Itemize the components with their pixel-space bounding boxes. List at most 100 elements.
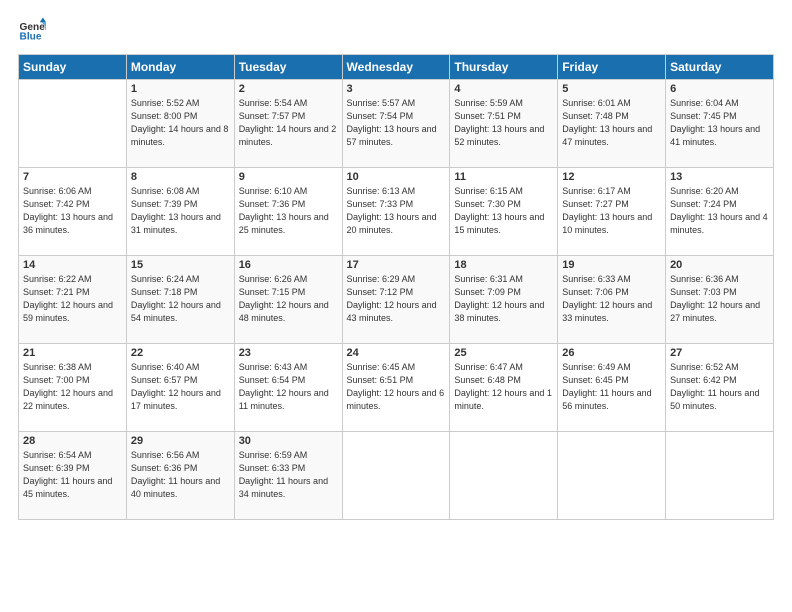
calendar-cell: 21 Sunrise: 6:38 AMSunset: 7:00 PMDayligh… <box>19 344 127 432</box>
day-info: Sunrise: 6:20 AMSunset: 7:24 PMDaylight:… <box>670 185 769 237</box>
day-number: 19 <box>562 259 661 271</box>
day-info: Sunrise: 6:56 AMSunset: 6:36 PMDaylight:… <box>131 449 230 501</box>
day-number: 12 <box>562 171 661 183</box>
day-info: Sunrise: 6:01 AMSunset: 7:48 PMDaylight:… <box>562 97 661 149</box>
day-info: Sunrise: 6:33 AMSunset: 7:06 PMDaylight:… <box>562 273 661 325</box>
calendar-cell: 9 Sunrise: 6:10 AMSunset: 7:36 PMDaylight… <box>234 168 342 256</box>
day-info: Sunrise: 6:04 AMSunset: 7:45 PMDaylight:… <box>670 97 769 149</box>
header-cell: Thursday <box>450 55 558 80</box>
day-number: 24 <box>347 347 446 359</box>
calendar-cell: 18Sunrise: 6:31 AMSunset: 7:09 PMDayligh… <box>450 256 558 344</box>
day-number: 3 <box>347 83 446 95</box>
day-number: 21 <box>23 347 122 359</box>
calendar-cell: 23 Sunrise: 6:43 AMSunset: 6:54 PMDayligh… <box>234 344 342 432</box>
day-number: 18 <box>454 259 553 271</box>
day-info: Sunrise: 6:15 AMSunset: 7:30 PMDaylight:… <box>454 185 553 237</box>
day-info: Sunrise: 6:10 AMSunset: 7:36 PMDaylight:… <box>239 185 338 237</box>
calendar-week-row: 7 Sunrise: 6:06 AMSunset: 7:42 PMDaylight… <box>19 168 774 256</box>
day-info: Sunrise: 6:26 AMSunset: 7:15 PMDaylight:… <box>239 273 338 325</box>
calendar-cell: 20Sunrise: 6:36 AMSunset: 7:03 PMDayligh… <box>666 256 774 344</box>
calendar-cell: 8 Sunrise: 6:08 AMSunset: 7:39 PMDaylight… <box>126 168 234 256</box>
day-number: 22 <box>131 347 230 359</box>
calendar-cell: 4 Sunrise: 5:59 AMSunset: 7:51 PMDaylight… <box>450 80 558 168</box>
day-info: Sunrise: 6:24 AMSunset: 7:18 PMDaylight:… <box>131 273 230 325</box>
day-info: Sunrise: 6:43 AMSunset: 6:54 PMDaylight:… <box>239 361 338 413</box>
day-number: 14 <box>23 259 122 271</box>
calendar-cell <box>558 432 666 520</box>
calendar-cell: 28 Sunrise: 6:54 AMSunset: 6:39 PMDayligh… <box>19 432 127 520</box>
calendar-cell: 24 Sunrise: 6:45 AMSunset: 6:51 PMDayligh… <box>342 344 450 432</box>
day-number: 23 <box>239 347 338 359</box>
calendar-cell: 5Sunrise: 6:01 AMSunset: 7:48 PMDaylight… <box>558 80 666 168</box>
header-row: SundayMondayTuesdayWednesdayThursdayFrid… <box>19 55 774 80</box>
calendar-week-row: 1Sunrise: 5:52 AMSunset: 8:00 PMDaylight… <box>19 80 774 168</box>
day-info: Sunrise: 6:13 AMSunset: 7:33 PMDaylight:… <box>347 185 446 237</box>
day-number: 20 <box>670 259 769 271</box>
day-info: Sunrise: 6:59 AMSunset: 6:33 PMDaylight:… <box>239 449 338 501</box>
day-info: Sunrise: 6:40 AMSunset: 6:57 PMDaylight:… <box>131 361 230 413</box>
page-header: General Blue <box>18 16 774 44</box>
calendar-cell: 17 Sunrise: 6:29 AMSunset: 7:12 PMDayligh… <box>342 256 450 344</box>
day-info: Sunrise: 6:06 AMSunset: 7:42 PMDaylight:… <box>23 185 122 237</box>
calendar-cell: 27Sunrise: 6:52 AMSunset: 6:42 PMDayligh… <box>666 344 774 432</box>
day-number: 15 <box>131 259 230 271</box>
day-number: 26 <box>562 347 661 359</box>
day-number: 8 <box>131 171 230 183</box>
day-number: 9 <box>239 171 338 183</box>
logo: General Blue <box>18 16 46 44</box>
day-info: Sunrise: 6:54 AMSunset: 6:39 PMDaylight:… <box>23 449 122 501</box>
day-number: 4 <box>454 83 553 95</box>
header-cell: Friday <box>558 55 666 80</box>
header-cell: Wednesday <box>342 55 450 80</box>
calendar-cell: 10Sunrise: 6:13 AMSunset: 7:33 PMDayligh… <box>342 168 450 256</box>
calendar-cell <box>342 432 450 520</box>
day-info: Sunrise: 5:57 AMSunset: 7:54 PMDaylight:… <box>347 97 446 149</box>
calendar-week-row: 21 Sunrise: 6:38 AMSunset: 7:00 PMDayligh… <box>19 344 774 432</box>
calendar-cell <box>450 432 558 520</box>
header-cell: Sunday <box>19 55 127 80</box>
calendar-cell: 16 Sunrise: 6:26 AMSunset: 7:15 PMDayligh… <box>234 256 342 344</box>
calendar-cell: 14 Sunrise: 6:22 AMSunset: 7:21 PMDayligh… <box>19 256 127 344</box>
day-number: 28 <box>23 435 122 447</box>
calendar-cell: 19 Sunrise: 6:33 AMSunset: 7:06 PMDayligh… <box>558 256 666 344</box>
calendar-cell: 25 Sunrise: 6:47 AMSunset: 6:48 PMDayligh… <box>450 344 558 432</box>
day-info: Sunrise: 5:59 AMSunset: 7:51 PMDaylight:… <box>454 97 553 149</box>
calendar-cell: 12Sunrise: 6:17 AMSunset: 7:27 PMDayligh… <box>558 168 666 256</box>
calendar-cell <box>666 432 774 520</box>
day-number: 13 <box>670 171 769 183</box>
calendar-cell: 2 Sunrise: 5:54 AMSunset: 7:57 PMDaylight… <box>234 80 342 168</box>
day-info: Sunrise: 6:08 AMSunset: 7:39 PMDaylight:… <box>131 185 230 237</box>
header-cell: Tuesday <box>234 55 342 80</box>
calendar-cell: 29 Sunrise: 6:56 AMSunset: 6:36 PMDayligh… <box>126 432 234 520</box>
day-info: Sunrise: 6:22 AMSunset: 7:21 PMDaylight:… <box>23 273 122 325</box>
day-number: 11 <box>454 171 553 183</box>
header-cell: Monday <box>126 55 234 80</box>
day-number: 27 <box>670 347 769 359</box>
calendar-cell: 15 Sunrise: 6:24 AMSunset: 7:18 PMDayligh… <box>126 256 234 344</box>
calendar-cell: 26 Sunrise: 6:49 AMSunset: 6:45 PMDayligh… <box>558 344 666 432</box>
day-info: Sunrise: 6:38 AMSunset: 7:00 PMDaylight:… <box>23 361 122 413</box>
day-info: Sunrise: 6:47 AMSunset: 6:48 PMDaylight:… <box>454 361 553 413</box>
calendar-cell: 30 Sunrise: 6:59 AMSunset: 6:33 PMDayligh… <box>234 432 342 520</box>
day-number: 7 <box>23 171 122 183</box>
day-info: Sunrise: 6:45 AMSunset: 6:51 PMDaylight:… <box>347 361 446 413</box>
calendar-cell: 22 Sunrise: 6:40 AMSunset: 6:57 PMDayligh… <box>126 344 234 432</box>
day-number: 17 <box>347 259 446 271</box>
day-number: 25 <box>454 347 553 359</box>
calendar-cell: 6Sunrise: 6:04 AMSunset: 7:45 PMDaylight… <box>666 80 774 168</box>
calendar-cell <box>19 80 127 168</box>
day-number: 29 <box>131 435 230 447</box>
calendar-cell: 1Sunrise: 5:52 AMSunset: 8:00 PMDaylight… <box>126 80 234 168</box>
day-info: Sunrise: 5:54 AMSunset: 7:57 PMDaylight:… <box>239 97 338 149</box>
day-info: Sunrise: 6:29 AMSunset: 7:12 PMDaylight:… <box>347 273 446 325</box>
calendar-week-row: 28 Sunrise: 6:54 AMSunset: 6:39 PMDayligh… <box>19 432 774 520</box>
calendar-week-row: 14 Sunrise: 6:22 AMSunset: 7:21 PMDayligh… <box>19 256 774 344</box>
day-info: Sunrise: 6:49 AMSunset: 6:45 PMDaylight:… <box>562 361 661 413</box>
day-number: 16 <box>239 259 338 271</box>
svg-text:Blue: Blue <box>20 31 42 42</box>
calendar-table: SundayMondayTuesdayWednesdayThursdayFrid… <box>18 54 774 520</box>
day-info: Sunrise: 5:52 AMSunset: 8:00 PMDaylight:… <box>131 97 230 149</box>
day-number: 2 <box>239 83 338 95</box>
logo-icon: General Blue <box>18 16 46 44</box>
day-number: 30 <box>239 435 338 447</box>
